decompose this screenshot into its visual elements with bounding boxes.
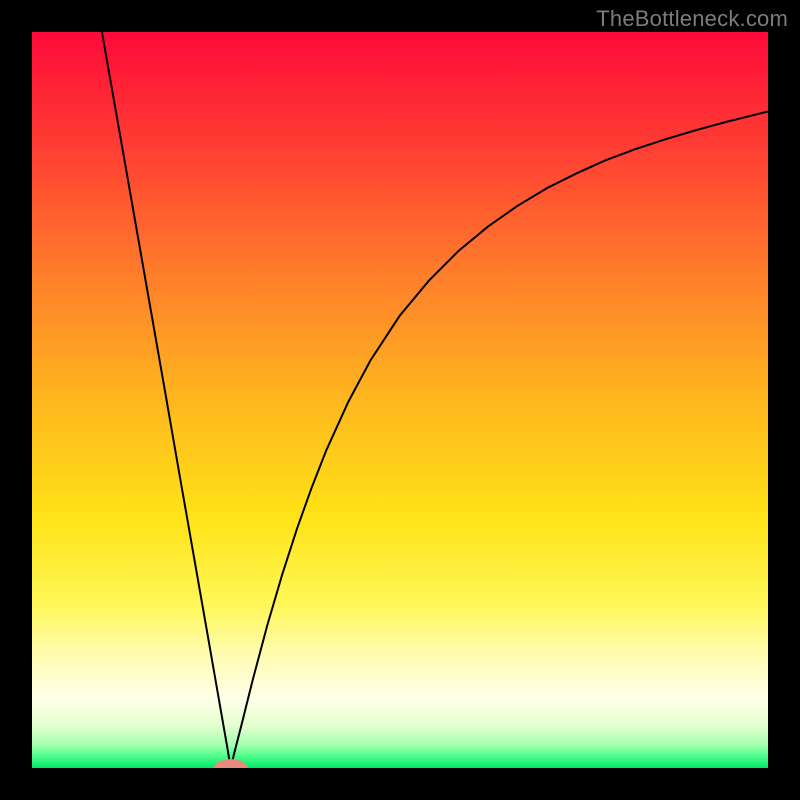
watermark-text: TheBottleneck.com bbox=[596, 6, 788, 32]
chart-frame: TheBottleneck.com bbox=[0, 0, 800, 800]
chart-svg bbox=[32, 32, 768, 768]
plot-area bbox=[32, 32, 768, 768]
